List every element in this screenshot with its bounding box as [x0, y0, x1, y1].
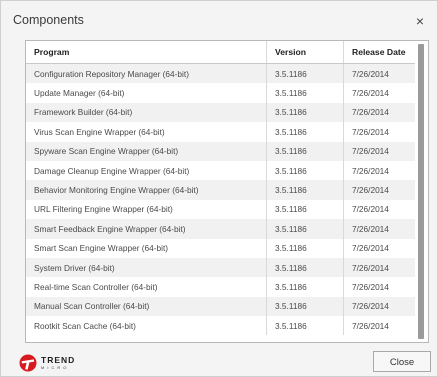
- cell-version: 3.5.1186: [266, 316, 344, 336]
- trend-micro-logo: TREND MICRO: [19, 353, 75, 373]
- table-row[interactable]: URL Filtering Engine Wrapper (64-bit) 3.5…: [26, 199, 415, 220]
- cell-version: 3.5.1186: [266, 199, 344, 220]
- close-icon[interactable]: ×: [411, 12, 429, 30]
- scrollbar-thumb[interactable]: [418, 44, 424, 339]
- cell-release-date: 7/26/2014: [343, 83, 415, 103]
- components-table: Program Version Release Date Configurati…: [26, 41, 415, 336]
- logo-subtext: MICRO: [41, 364, 70, 370]
- table-row[interactable]: Rootkit Scan Cache (64-bit) 3.5.1186 7/26/…: [26, 316, 415, 336]
- close-button[interactable]: Close: [373, 351, 431, 372]
- cell-release-date: 7/26/2014: [343, 122, 415, 142]
- dialog-footer: TREND MICRO Close: [1, 343, 437, 376]
- cell-release-date: 7/26/2014: [343, 102, 415, 123]
- cell-program: Behavior Monitoring Engine Wrapper (64-b…: [26, 180, 267, 200]
- table-row[interactable]: Manual Scan Controller (64-bit) 3.5.1186 7…: [26, 296, 415, 317]
- column-header-program[interactable]: Program: [26, 41, 267, 64]
- cell-release-date: 7/26/2014: [343, 257, 415, 278]
- cell-program: System Driver (64-bit): [26, 257, 267, 278]
- cell-program: Smart Scan Engine Wrapper (64-bit): [26, 238, 267, 258]
- cell-program: URL Filtering Engine Wrapper (64-bit): [26, 199, 267, 220]
- table-row[interactable]: Behavior Monitoring Engine Wrapper (64-b…: [26, 180, 415, 200]
- cell-version: 3.5.1186: [266, 296, 344, 317]
- table-row[interactable]: Real-time Scan Controller (64-bit) 3.5.11…: [26, 277, 415, 297]
- components-list[interactable]: Program Version Release Date Configurati…: [25, 40, 429, 343]
- cell-program: Framework Builder (64-bit): [26, 102, 267, 123]
- cell-release-date: 7/26/2014: [343, 219, 415, 239]
- title-bar: Components ×: [1, 1, 437, 39]
- cell-version: 3.5.1186: [266, 238, 344, 258]
- table-row[interactable]: Framework Builder (64-bit) 3.5.1186 7/26/2…: [26, 102, 415, 123]
- cell-release-date: 7/26/2014: [343, 180, 415, 200]
- cell-version: 3.5.1186: [266, 180, 344, 200]
- cell-release-date: 7/26/2014: [343, 316, 415, 336]
- column-header-version[interactable]: Version: [266, 41, 344, 64]
- cell-program: Smart Feedback Engine Wrapper (64-bit): [26, 219, 267, 239]
- cell-version: 3.5.1186: [266, 83, 344, 103]
- cell-release-date: 7/26/2014: [343, 141, 415, 161]
- cell-version: 3.5.1186: [266, 277, 344, 297]
- cell-release-date: 7/26/2014: [343, 277, 415, 297]
- cell-program: Rootkit Scan Cache (64-bit): [26, 316, 267, 336]
- cell-release-date: 7/26/2014: [343, 238, 415, 258]
- table-row[interactable]: Virus Scan Engine Wrapper (64-bit) 3.5.11…: [26, 122, 415, 142]
- logo-wordmark: TREND: [41, 355, 76, 366]
- table-header-row: Program Version Release Date: [26, 41, 415, 64]
- cell-release-date: 7/26/2014: [343, 63, 415, 84]
- table-row[interactable]: Smart Feedback Engine Wrapper (64-bit) 3.…: [26, 219, 415, 239]
- cell-program: Real-time Scan Controller (64-bit): [26, 277, 267, 297]
- table-row[interactable]: Configuration Repository Manager (64-bit…: [26, 63, 415, 84]
- vertical-scrollbar[interactable]: [416, 44, 426, 340]
- cell-program: Update Manager (64-bit): [26, 83, 267, 103]
- dialog-title: Components: [13, 13, 84, 27]
- table-row[interactable]: Spyware Scan Engine Wrapper (64-bit) 3.5.…: [26, 141, 415, 161]
- cell-version: 3.5.1186: [266, 257, 344, 278]
- cell-release-date: 7/26/2014: [343, 160, 415, 181]
- cell-version: 3.5.1186: [266, 160, 344, 181]
- trend-micro-logo-icon: [19, 354, 37, 372]
- cell-release-date: 7/26/2014: [343, 296, 415, 317]
- cell-version: 3.5.1186: [266, 122, 344, 142]
- cell-release-date: 7/26/2014: [343, 199, 415, 220]
- cell-version: 3.5.1186: [266, 63, 344, 84]
- cell-program: Virus Scan Engine Wrapper (64-bit): [26, 122, 267, 142]
- cell-program: Manual Scan Controller (64-bit): [26, 296, 267, 317]
- table-row[interactable]: Update Manager (64-bit) 3.5.1186 7/26/2014: [26, 83, 415, 103]
- cell-program: Damage Cleanup Engine Wrapper (64-bit): [26, 160, 267, 181]
- components-dialog: Components × Program Version Release Dat…: [0, 0, 438, 377]
- cell-program: Configuration Repository Manager (64-bit…: [26, 63, 267, 84]
- cell-program: Spyware Scan Engine Wrapper (64-bit): [26, 141, 267, 161]
- table-row[interactable]: Damage Cleanup Engine Wrapper (64-bit) 3.…: [26, 160, 415, 181]
- table-row[interactable]: System Driver (64-bit) 3.5.1186 7/26/2014: [26, 257, 415, 278]
- table-row[interactable]: Smart Scan Engine Wrapper (64-bit) 3.5.11…: [26, 238, 415, 258]
- cell-version: 3.5.1186: [266, 102, 344, 123]
- column-header-release-date[interactable]: Release Date: [343, 41, 415, 64]
- cell-version: 3.5.1186: [266, 141, 344, 161]
- cell-version: 3.5.1186: [266, 219, 344, 239]
